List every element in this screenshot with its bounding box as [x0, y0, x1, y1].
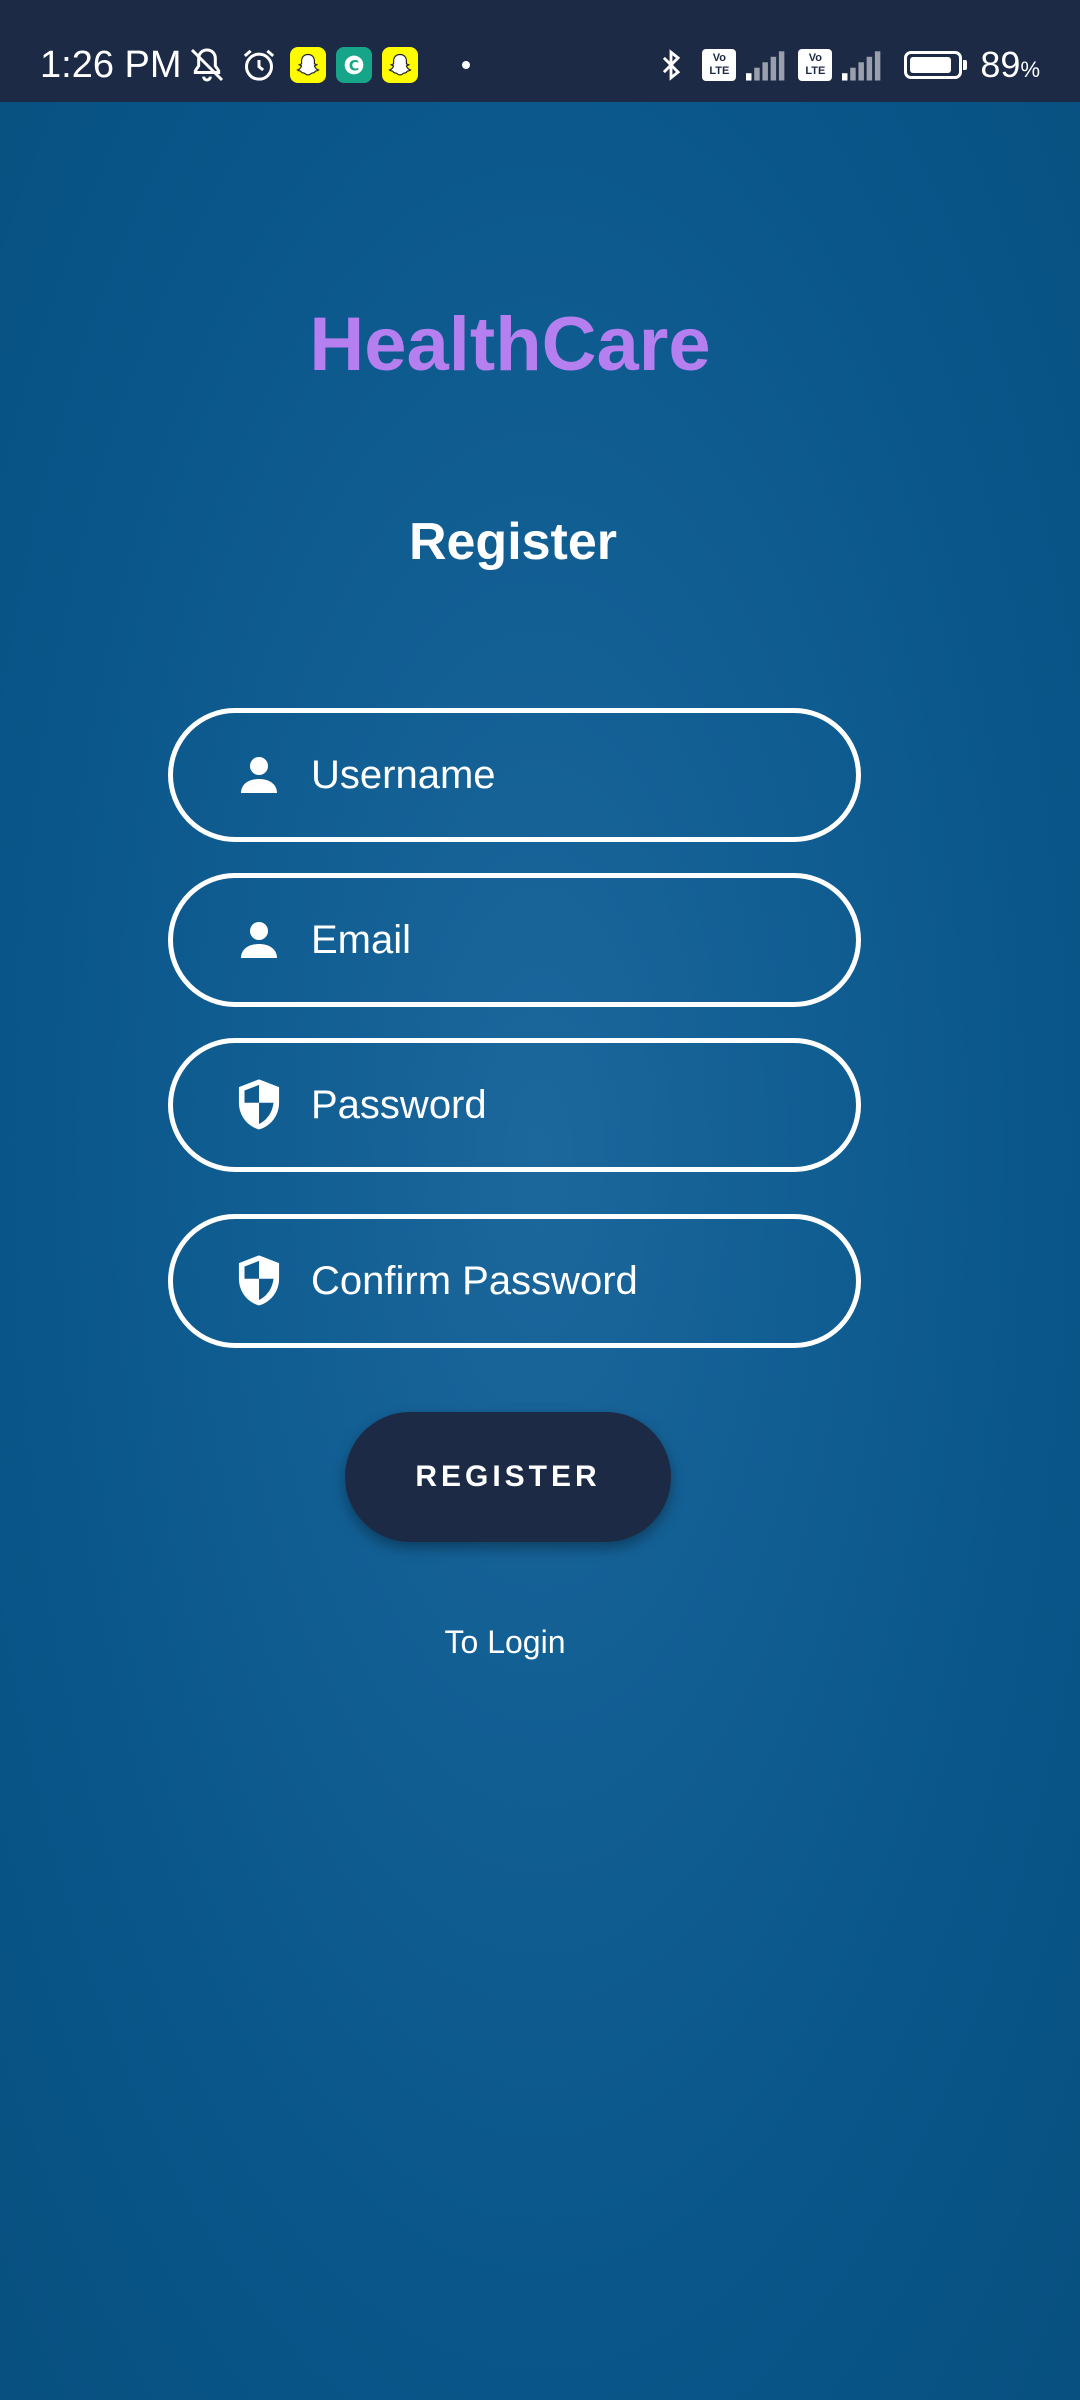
shield-icon	[231, 1077, 287, 1133]
register-button[interactable]: REGISTER	[345, 1412, 671, 1542]
signal-icon-sim1	[746, 44, 788, 86]
status-time: 1:26 PM	[40, 44, 182, 86]
status-bar: 1:26 PM C Vo LTE Vo LTE 89%	[0, 0, 1080, 102]
bell-off-icon	[186, 44, 228, 86]
volte-icon-sim2: Vo LTE	[798, 49, 833, 81]
confirm-password-input[interactable]	[311, 1251, 831, 1311]
password-input[interactable]	[311, 1075, 831, 1135]
page-title: Register	[408, 513, 618, 571]
battery-percent: 89%	[980, 44, 1040, 85]
register-screen: 1:26 PM C Vo LTE Vo LTE 89% HealthCare R…	[0, 0, 1080, 2400]
username-field[interactable]	[168, 708, 861, 842]
volte-icon-sim1: Vo LTE	[702, 49, 737, 81]
username-input[interactable]	[311, 745, 831, 805]
notification-icons: C	[186, 42, 470, 88]
system-icons: Vo LTE Vo LTE 89%	[650, 42, 1040, 88]
shield-icon	[231, 1253, 287, 1309]
person-icon	[231, 747, 287, 803]
bluetooth-icon	[650, 44, 692, 86]
app-title: HealthCare	[309, 302, 711, 387]
signal-icon-sim2	[842, 44, 884, 86]
battery-icon	[904, 51, 968, 79]
svg-text:C: C	[349, 58, 359, 74]
snapchat-icon	[382, 47, 418, 83]
app-green-icon: C	[336, 47, 372, 83]
email-input[interactable]	[311, 910, 831, 970]
password-field[interactable]	[168, 1038, 861, 1172]
confirm-password-field[interactable]	[168, 1214, 861, 1348]
alarm-icon	[238, 44, 280, 86]
battery-level	[910, 57, 952, 73]
person-icon	[231, 912, 287, 968]
to-login-link[interactable]: To Login	[405, 1618, 605, 1666]
more-notifications-dot	[462, 61, 470, 69]
email-field[interactable]	[168, 873, 861, 1007]
snapchat-icon	[290, 47, 326, 83]
